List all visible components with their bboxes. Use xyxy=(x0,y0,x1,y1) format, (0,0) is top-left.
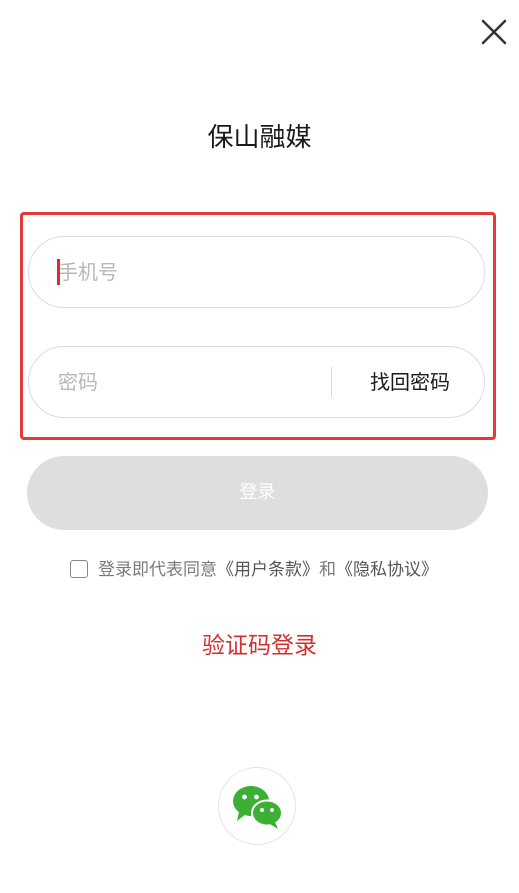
privacy-policy-link[interactable]: 《隐私协议》 xyxy=(336,560,438,580)
phone-field[interactable] xyxy=(28,236,485,308)
close-button[interactable] xyxy=(478,16,510,48)
wechat-icon xyxy=(233,786,283,829)
wechat-login-button[interactable] xyxy=(218,767,296,845)
close-icon xyxy=(481,19,507,45)
login-button[interactable]: 登录 xyxy=(27,456,488,530)
app-title: 保山融媒 xyxy=(207,123,312,153)
agreement-text: 登录即代表同意《用户条款》和《隐私协议》 xyxy=(98,558,438,582)
text-caret xyxy=(57,259,60,285)
agreement-conjunction: 和 xyxy=(319,560,336,580)
user-terms-link[interactable]: 《用户条款》 xyxy=(217,560,319,580)
password-field[interactable]: 找回密码 xyxy=(28,346,485,418)
phone-input[interactable] xyxy=(58,237,458,307)
field-divider xyxy=(331,367,332,397)
recover-password-link[interactable]: 找回密码 xyxy=(345,347,475,417)
agreement-prefix: 登录即代表同意 xyxy=(98,560,217,580)
agreement-checkbox[interactable] xyxy=(70,560,88,578)
sms-login-link[interactable]: 验证码登录 xyxy=(0,628,519,664)
password-input[interactable] xyxy=(58,347,318,417)
